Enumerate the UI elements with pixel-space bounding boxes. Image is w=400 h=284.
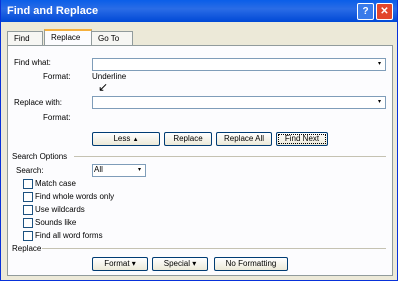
search-options-heading: Search Options — [12, 152, 68, 161]
close-icon[interactable]: ✕ — [376, 3, 393, 20]
format-button[interactable]: Format ▾ — [92, 257, 148, 271]
less-button[interactable]: Less ▲ — [92, 132, 160, 146]
chevron-down-icon[interactable]: ▾ — [374, 97, 385, 108]
special-button[interactable]: Special ▾ — [152, 257, 208, 271]
tab-go-to[interactable]: Go To — [91, 31, 133, 46]
find-next-button[interactable]: Find Next — [276, 132, 328, 146]
chevron-down-icon[interactable]: ▾ — [374, 59, 385, 70]
help-icon[interactable]: ? — [357, 3, 374, 20]
search-direction-select[interactable]: All ▾ — [92, 164, 146, 177]
replace-section-divider — [42, 248, 386, 249]
use-wildcards-checkbox[interactable] — [23, 205, 33, 215]
replace-tab-panel: Find what: ▾ Format: Underline ↙ Replace… — [7, 45, 393, 276]
find-replace-dialog: Find and Replace ? ✕ Find Replace Go To … — [0, 0, 398, 281]
no-formatting-button[interactable]: No Formatting — [214, 257, 288, 271]
replace-with-field[interactable]: ▾ — [92, 96, 386, 109]
window-title: Find and Replace — [7, 5, 99, 17]
find-format-label: Format: — [43, 72, 71, 81]
chevron-down-icon: ▾ — [131, 259, 136, 268]
replace-all-button[interactable]: Replace All — [216, 132, 272, 146]
replace-format-label: Format: — [43, 113, 71, 122]
chevron-down-icon: ▾ — [192, 259, 197, 268]
find-what-field[interactable]: ▾ — [92, 58, 386, 71]
replace-button[interactable]: Replace — [164, 132, 212, 146]
sounds-like-checkbox[interactable] — [23, 218, 33, 228]
find-what-label: Find what: — [14, 58, 51, 67]
chevron-down-icon[interactable]: ▾ — [134, 165, 145, 176]
search-label: Search: — [16, 166, 44, 175]
search-options-divider — [74, 156, 386, 157]
match-case-label: Match case — [35, 179, 76, 188]
whole-words-label: Find whole words only — [35, 192, 115, 201]
collapse-arrow-icon: ▲ — [132, 137, 139, 143]
replace-with-label: Replace with: — [14, 98, 63, 107]
word-forms-checkbox[interactable] — [23, 231, 33, 241]
title-bar[interactable]: Find and Replace ? ✕ — [1, 0, 397, 22]
match-case-checkbox[interactable] — [23, 179, 33, 189]
sounds-like-label: Sounds like — [35, 218, 77, 227]
search-direction-value: All — [94, 165, 103, 174]
whole-words-checkbox[interactable] — [23, 192, 33, 202]
replace-section-heading: Replace — [12, 244, 42, 253]
use-wildcards-label: Use wildcards — [35, 205, 85, 214]
word-forms-label: Find all word forms — [35, 231, 103, 240]
tab-find[interactable]: Find — [7, 31, 43, 46]
annotation-arrow-icon: ↙ — [98, 80, 109, 94]
